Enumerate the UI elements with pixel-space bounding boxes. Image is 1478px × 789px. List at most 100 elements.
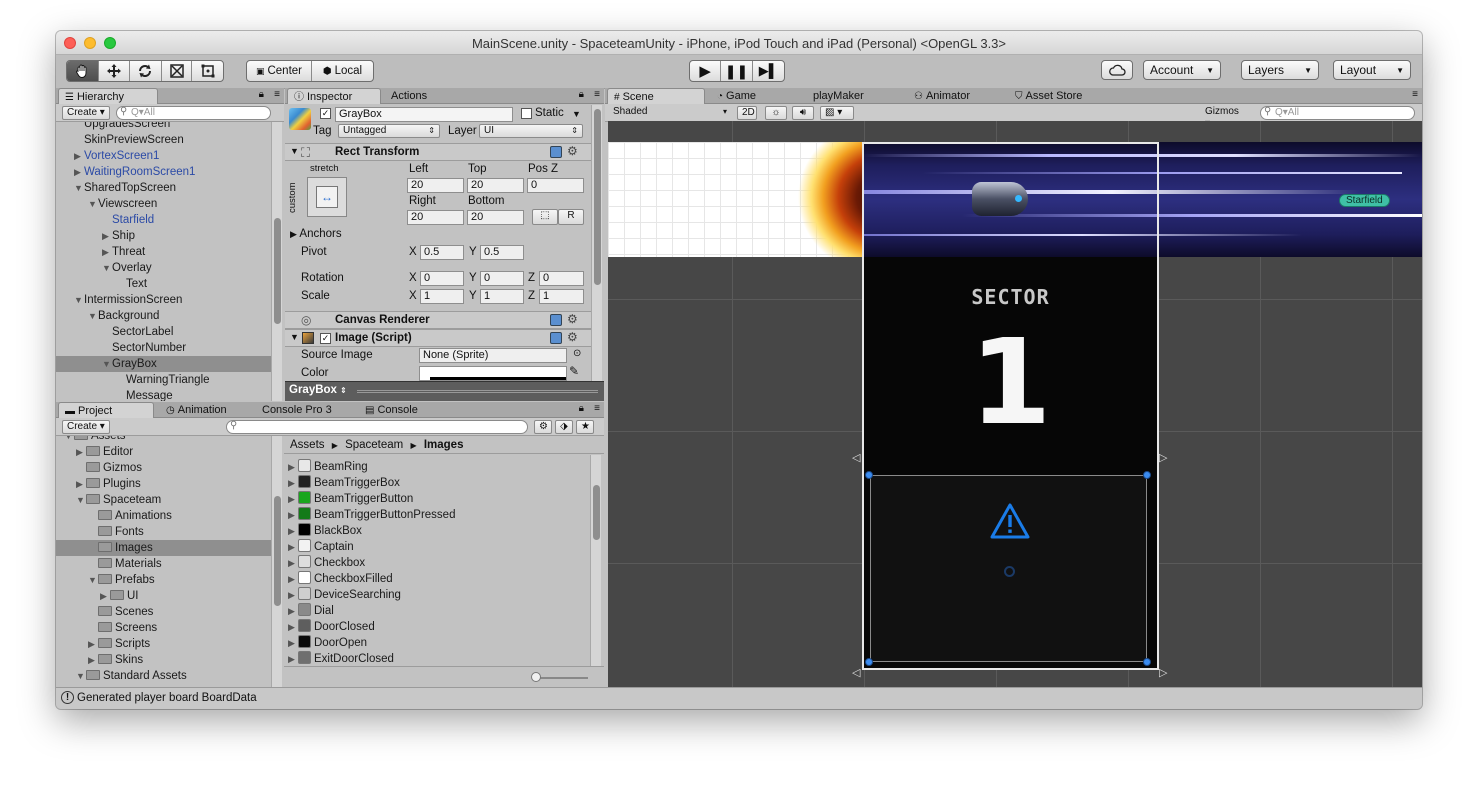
- anchor-handle-icon[interactable]: ▷: [1159, 451, 1167, 464]
- fold-arrow-icon[interactable]: ▶: [76, 444, 86, 460]
- preview-splitter[interactable]: [357, 390, 598, 393]
- asset-item[interactable]: ▶ BeamTriggerBox: [288, 475, 588, 491]
- folder-item[interactable]: ▶ UI: [56, 588, 271, 604]
- canvas-renderer-header[interactable]: ◎ Canvas Renderer ⚙: [285, 311, 591, 329]
- hierarchy-item[interactable]: ▼GrayBox: [56, 356, 271, 372]
- gear-icon[interactable]: ⚙: [567, 312, 578, 326]
- help-book-icon[interactable]: [550, 314, 562, 326]
- folder-item[interactable]: ▶ Scripts: [56, 636, 271, 652]
- fold-arrow-icon[interactable]: ▶: [100, 588, 110, 604]
- rect-handle-bottom-left[interactable]: [865, 658, 873, 666]
- fold-arrow-icon[interactable]: ▶: [288, 603, 298, 619]
- fold-arrow-icon[interactable]: ▶: [88, 636, 98, 652]
- hierarchy-item[interactable]: SectorNumber: [56, 340, 271, 356]
- fold-arrow-icon[interactable]: ▼: [88, 196, 98, 212]
- effects-dropdown[interactable]: ▨ ▾: [820, 106, 854, 120]
- fold-arrow-icon[interactable]: ▶: [288, 635, 298, 651]
- scene-search-input[interactable]: Q▾All: [1260, 106, 1415, 120]
- fold-arrow-icon[interactable]: ▶: [288, 507, 298, 523]
- breadcrumb-spaceteam[interactable]: Spaceteam: [345, 439, 403, 451]
- hierarchy-item[interactable]: ▼Background: [56, 308, 271, 324]
- tab-scene[interactable]: # Scene: [607, 88, 705, 104]
- status-message[interactable]: Generated player board BoardData: [77, 692, 257, 704]
- account-dropdown[interactable]: Account ▼: [1143, 60, 1221, 80]
- hierarchy-item[interactable]: Message: [56, 388, 271, 401]
- hand-tool-button[interactable]: [67, 61, 99, 81]
- asset-list-scrollbar[interactable]: [590, 455, 601, 666]
- tag-dropdown[interactable]: Untagged ⇕: [338, 124, 440, 138]
- asset-item[interactable]: ▶ DoorClosed: [288, 619, 588, 635]
- posz-field[interactable]: 0: [527, 178, 584, 193]
- hierarchy-scroll-thumb[interactable]: [274, 218, 281, 324]
- fold-arrow-icon[interactable]: ▶: [288, 651, 298, 666]
- layer-dropdown[interactable]: UI ⇕: [479, 124, 583, 138]
- fold-arrow-icon[interactable]: ▶: [102, 244, 112, 260]
- fold-arrow-icon[interactable]: ▶: [74, 148, 84, 164]
- scale-x-field[interactable]: 1: [420, 289, 464, 304]
- scene-viewport[interactable]: Starfield SECTOR 1 ◁ ▷ ◁ ▷: [608, 121, 1422, 687]
- layers-dropdown[interactable]: Layers ▼: [1241, 60, 1319, 80]
- tab-actions[interactable]: Actions: [385, 88, 455, 104]
- fold-arrow-icon[interactable]: ▶: [288, 555, 298, 571]
- rotate-tool-button[interactable]: [130, 61, 162, 81]
- fold-arrow-icon[interactable]: ▶: [288, 523, 298, 539]
- fold-arrow-icon[interactable]: ▶: [288, 571, 298, 587]
- fold-arrow-icon[interactable]: ▶: [88, 652, 98, 668]
- panel-menu-icon[interactable]: ≡: [594, 403, 600, 414]
- folder-item[interactable]: Scenes: [56, 604, 271, 620]
- lock-icon[interactable]: 🔒︎: [259, 89, 264, 100]
- breadcrumb-assets[interactable]: Assets: [290, 439, 325, 451]
- asset-item[interactable]: ▶ ExitDoorClosed: [288, 651, 588, 666]
- hierarchy-item[interactable]: UpgradesScreen: [56, 122, 271, 132]
- hierarchy-item[interactable]: ▼IntermissionScreen: [56, 292, 271, 308]
- tab-game[interactable]: ◔ Game: [711, 88, 801, 104]
- step-button[interactable]: ▶▌: [753, 61, 784, 81]
- pivot-x-field[interactable]: 0.5: [420, 245, 464, 260]
- audio-toggle[interactable]: 🔊︎: [792, 106, 814, 120]
- lock-icon[interactable]: 🔒︎: [579, 89, 584, 100]
- fold-arrow-icon[interactable]: ▶: [288, 539, 298, 555]
- tab-playmaker[interactable]: playMaker: [807, 88, 902, 104]
- folder-item[interactable]: Materials: [56, 556, 271, 572]
- starfield-label-tag[interactable]: Starfield: [1339, 194, 1390, 207]
- scale-z-field[interactable]: 1: [539, 289, 584, 304]
- anchors-row[interactable]: ▶ Anchors: [290, 228, 342, 240]
- object-name-field[interactable]: GrayBox: [335, 107, 513, 122]
- anchor-handle-icon[interactable]: ◁: [852, 666, 860, 679]
- rect-handle-top-left[interactable]: [865, 471, 873, 479]
- asset-item[interactable]: ▶ BeamTriggerButton: [288, 491, 588, 507]
- tab-hierarchy[interactable]: ☰ Hierarchy: [58, 88, 158, 104]
- hierarchy-item[interactable]: SkinPreviewScreen: [56, 132, 271, 148]
- hierarchy-item[interactable]: ▶ WaitingRoomScreen1: [56, 164, 271, 180]
- raw-edit-button[interactable]: R: [558, 209, 584, 225]
- move-tool-button[interactable]: [99, 61, 131, 81]
- icon-size-slider-knob[interactable]: [531, 672, 541, 682]
- fold-arrow-icon[interactable]: ▶: [288, 459, 298, 475]
- color-field[interactable]: [419, 366, 567, 381]
- play-button[interactable]: ▶: [690, 61, 722, 81]
- hierarchy-item[interactable]: ▼SharedTopScreen: [56, 180, 271, 196]
- hierarchy-item[interactable]: SectorLabel: [56, 324, 271, 340]
- asset-item[interactable]: ▶ BeamTriggerButtonPressed: [288, 507, 588, 523]
- fold-arrow-icon[interactable]: ▶: [74, 164, 84, 180]
- hierarchy-item[interactable]: ▶ Threat: [56, 244, 271, 260]
- hierarchy-scrollbar[interactable]: [271, 122, 282, 401]
- cloud-services-button[interactable]: [1101, 60, 1133, 80]
- gear-icon[interactable]: ⚙: [567, 330, 578, 344]
- fold-arrow-icon[interactable]: ▼: [74, 180, 84, 196]
- rect-transform-header[interactable]: ▼ ⛶ Rect Transform ⚙: [285, 143, 591, 161]
- static-dropdown-arrow-icon[interactable]: ▼: [572, 109, 581, 119]
- asset-item[interactable]: ▶ DoorOpen: [288, 635, 588, 651]
- scale-y-field[interactable]: 1: [480, 289, 524, 304]
- folder-item[interactable]: ▼ Assets: [56, 436, 271, 444]
- tab-project[interactable]: ▬ Project: [58, 402, 154, 418]
- panel-menu-icon[interactable]: ≡: [274, 89, 280, 100]
- scale-tool-button[interactable]: [162, 61, 193, 81]
- source-image-field[interactable]: None (Sprite): [419, 348, 567, 363]
- fold-arrow-icon[interactable]: ▼: [88, 572, 98, 588]
- right-field[interactable]: 20: [407, 210, 464, 225]
- fold-arrow-icon[interactable]: ▼: [88, 308, 98, 324]
- hierarchy-item[interactable]: Starfield: [56, 212, 271, 228]
- fold-arrow-icon[interactable]: ▼: [64, 436, 74, 444]
- hierarchy-search-input[interactable]: Q▾All: [116, 106, 271, 120]
